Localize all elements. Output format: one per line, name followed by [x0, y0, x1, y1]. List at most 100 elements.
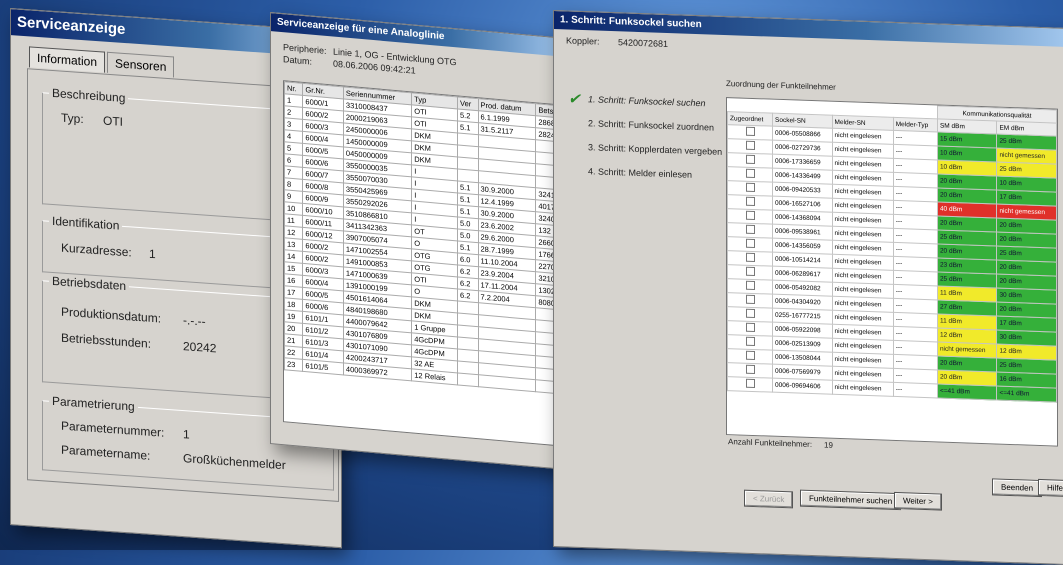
table-cell: 6101/5: [302, 359, 344, 375]
table-cell: ---: [893, 172, 938, 188]
step-3[interactable]: 3. Schritt: Kopplerdaten vergeben: [566, 141, 723, 157]
checkbox-cell[interactable]: [727, 250, 773, 267]
group-title: Identifikation: [49, 213, 123, 233]
checkbox-cell[interactable]: [727, 362, 773, 379]
step-label: 3. Schritt: Kopplerdaten vergeben: [588, 142, 723, 157]
table-cell: ---: [893, 256, 938, 272]
assign-checkbox[interactable]: [745, 336, 755, 347]
step-4[interactable]: 4. Schritt: Melder einlesen: [566, 165, 722, 180]
checkbox-cell[interactable]: [727, 152, 773, 169]
assign-checkbox[interactable]: [745, 126, 755, 137]
step-2[interactable]: 2. Schritt: Funksockel zuordnen: [566, 117, 722, 132]
assign-checkbox[interactable]: [745, 378, 755, 389]
next-button[interactable]: Weiter >: [894, 491, 942, 511]
checkbox-cell[interactable]: [727, 306, 773, 323]
assign-checkbox[interactable]: [745, 196, 755, 207]
checkbox-cell[interactable]: [727, 166, 773, 183]
assign-checkbox[interactable]: [745, 210, 755, 221]
checkbox-cell[interactable]: [727, 376, 773, 393]
table-cell: ---: [893, 158, 938, 174]
count-value: 19: [824, 440, 833, 450]
table-cell: ---: [893, 354, 938, 370]
table-cell: ---: [893, 312, 938, 328]
step-label: 4. Schritt: Melder einlesen: [588, 166, 693, 180]
checkbox-cell[interactable]: [727, 194, 773, 211]
search-button[interactable]: Funkteilnehmer suchen: [800, 489, 902, 511]
step-1[interactable]: ✔ 1. Schritt: Funksockel suchen: [566, 90, 722, 109]
table-cell: ---: [893, 382, 938, 398]
assign-checkbox[interactable]: [745, 224, 755, 235]
quality-cell: <=41 dBm: [937, 383, 997, 401]
assign-checkbox[interactable]: [745, 364, 755, 375]
checkbox-cell[interactable]: [727, 334, 773, 351]
table-cell: ---: [893, 284, 938, 300]
checkbox-cell[interactable]: [727, 348, 773, 365]
help-button[interactable]: Hilfe: [1038, 478, 1063, 498]
assign-checkbox[interactable]: [745, 154, 755, 165]
produktionsdatum-value: -.-.--: [183, 313, 206, 329]
assignment-title: Zuordnung der Funkteilnehmer: [726, 79, 836, 92]
assign-checkbox[interactable]: [745, 350, 755, 361]
checkbox-cell[interactable]: [727, 222, 773, 239]
table-cell: 23: [284, 357, 303, 372]
parametername-label: Parametername:: [61, 442, 151, 463]
wizard-steps: ✔ 1. Schritt: Funksockel suchen 2. Schrit…: [566, 90, 723, 194]
quality-cell: <=41 dBm: [996, 386, 1057, 403]
datum-label: Datum:: [283, 54, 313, 67]
assign-checkbox[interactable]: [745, 280, 755, 291]
checkbox-cell[interactable]: [727, 320, 773, 337]
checkbox-cell[interactable]: [727, 138, 773, 155]
assign-checkbox[interactable]: [745, 266, 755, 277]
step-label: 2. Schritt: Funksockel zuordnen: [588, 118, 715, 133]
assign-checkbox[interactable]: [745, 238, 755, 249]
table-cell: ---: [893, 144, 938, 160]
assign-checkbox[interactable]: [745, 294, 755, 305]
assign-checkbox[interactable]: [745, 168, 755, 179]
checkmark-icon: ✔: [568, 90, 581, 108]
koppler-label: Koppler:: [566, 35, 600, 47]
checkbox-cell[interactable]: [727, 180, 773, 197]
table-cell: nicht eingelesen: [832, 380, 894, 397]
analoglinie-window: Serviceanzeige für eine Analoglinie Peri…: [270, 12, 572, 471]
table-cell: ---: [893, 326, 938, 342]
table-cell: ---: [893, 200, 938, 216]
assign-checkbox[interactable]: [745, 322, 755, 333]
table-cell: [457, 372, 479, 387]
kurzadresse-value: 1: [149, 246, 156, 262]
table-cell: ---: [893, 368, 938, 384]
table-cell: ---: [893, 228, 938, 244]
group-title: Beschreibung: [49, 85, 129, 106]
parametername-value: Großküchenmelder: [183, 451, 286, 473]
kurzadresse-label: Kurzadresse:: [61, 240, 132, 260]
assign-checkbox[interactable]: [745, 308, 755, 319]
assign-checkbox[interactable]: [745, 252, 755, 263]
produktionsdatum-label: Produktionsdatum:: [61, 304, 162, 326]
checkbox-cell[interactable]: [727, 124, 773, 141]
checkbox-cell[interactable]: [727, 264, 773, 281]
device-table[interactable]: Nr. Gr.Nr. Seriennummer Typ Ver Prod. datum Be…: [283, 80, 570, 448]
typ-value: OTI: [103, 113, 123, 129]
typ-label: Typ:: [61, 110, 84, 127]
close-button[interactable]: Beenden: [992, 478, 1043, 498]
table-cell: ---: [893, 270, 938, 286]
checkbox-cell[interactable]: [727, 278, 773, 295]
checkbox-cell[interactable]: [727, 292, 773, 309]
table-cell: 0006-09694606: [772, 378, 833, 395]
table-cell: ---: [893, 130, 938, 146]
assign-checkbox[interactable]: [745, 140, 755, 151]
table-cell: ---: [893, 214, 938, 230]
back-button[interactable]: < Zurück: [744, 489, 794, 509]
table-cell: ---: [893, 340, 938, 356]
funksockel-window: 1. Schritt: Funksockel suchen Koppler: 5…: [553, 10, 1063, 565]
table-cell: ---: [893, 298, 938, 314]
funkteilnehmer-table[interactable]: Kommunikationsqualität Zugeordnet Sockel-…: [726, 97, 1058, 447]
betriebsstunden-value: 20242: [183, 339, 217, 356]
checkbox-cell[interactable]: [727, 208, 773, 225]
betriebsstunden-label: Betriebsstunden:: [61, 330, 152, 351]
count-label: Anzahl Funkteilnehmer:: [728, 437, 813, 450]
koppler-value: 5420072681: [618, 37, 669, 50]
group-title: Parametrierung: [49, 393, 138, 414]
checkbox-cell[interactable]: [727, 236, 773, 253]
table-cell: ---: [893, 186, 938, 202]
assign-checkbox[interactable]: [745, 182, 755, 193]
